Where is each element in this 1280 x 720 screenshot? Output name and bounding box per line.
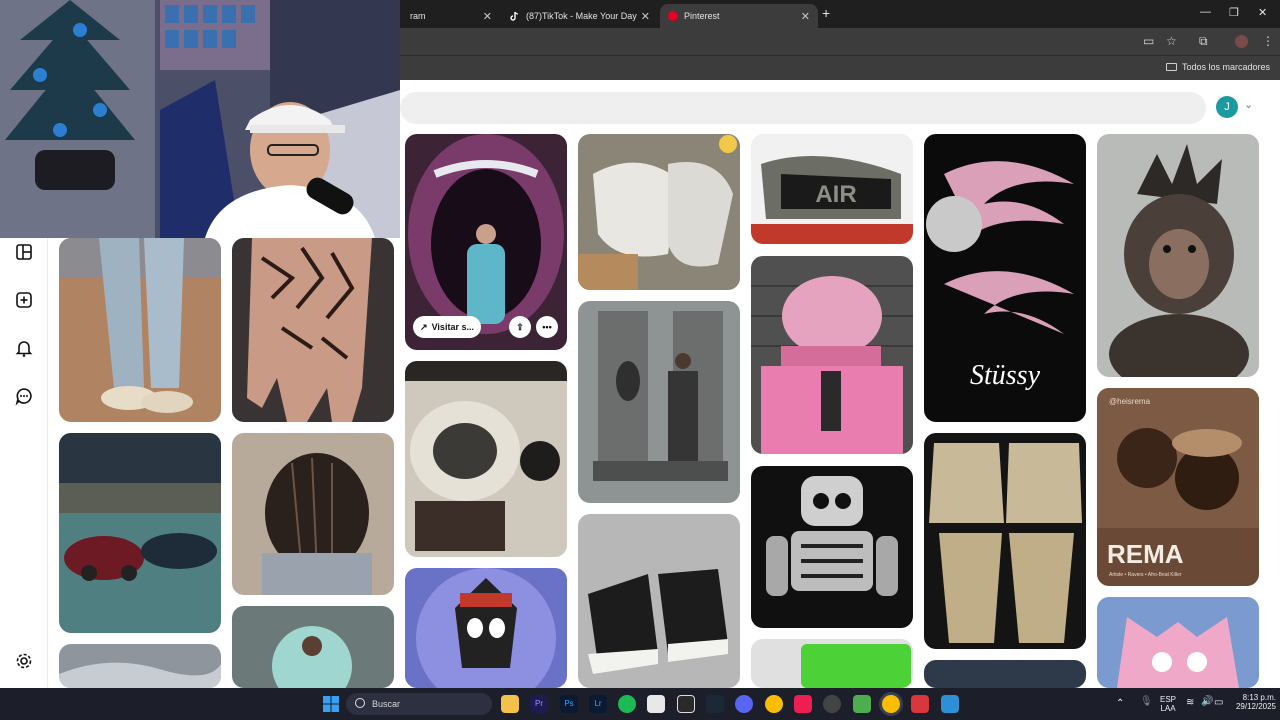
- air-text: AIR: [815, 181, 856, 208]
- pin-air-sneaker[interactable]: AIR: [751, 134, 913, 244]
- cast-icon[interactable]: ▭: [1143, 34, 1154, 48]
- pin-black-sneakers[interactable]: [578, 514, 740, 688]
- battery-icon[interactable]: ▭: [1214, 697, 1223, 708]
- settings-icon[interactable]: [14, 651, 34, 671]
- minimize-icon[interactable]: —: [1200, 6, 1211, 18]
- boards-icon[interactable]: [14, 242, 34, 262]
- app-icon[interactable]: [647, 695, 665, 713]
- chrome-icon[interactable]: [765, 695, 783, 713]
- epic-games-icon[interactable]: [677, 695, 695, 713]
- premiere-icon[interactable]: Pr: [530, 695, 548, 713]
- obs-icon[interactable]: [823, 695, 841, 713]
- share-icon[interactable]: ⇪: [509, 316, 531, 338]
- extensions-icon[interactable]: ⧉: [1199, 34, 1208, 49]
- notifications-icon[interactable]: [14, 338, 34, 358]
- menu-icon[interactable]: ⋮: [1262, 34, 1274, 48]
- pin-stussy-art[interactable]: Stüssy: [924, 134, 1086, 422]
- pin-two-men[interactable]: [578, 301, 740, 503]
- search-icon: [355, 698, 365, 708]
- pin-rema[interactable]: @heisrema REMA Artiste • Ravers • Afro-Bea…: [1097, 388, 1259, 586]
- sidebar: [0, 230, 48, 688]
- profile-icon[interactable]: [1235, 35, 1248, 48]
- pinterest-icon: [668, 11, 678, 21]
- app-red-icon[interactable]: [911, 695, 929, 713]
- pin-cars-at-night[interactable]: [59, 433, 221, 633]
- chevron-down-icon[interactable]: ⌄: [1244, 98, 1253, 111]
- taskbar-search-input[interactable]: Buscar: [346, 693, 492, 715]
- pin-dark[interactable]: [924, 660, 1086, 688]
- webcam-overlay: [0, 0, 400, 238]
- steam-icon[interactable]: [706, 695, 724, 713]
- pin-hand-tattoo[interactable]: [232, 238, 394, 422]
- bookmarks-label: Todos los marcadores: [1181, 62, 1270, 72]
- close-window-icon[interactable]: ✕: [1258, 6, 1267, 19]
- pin-white-shoes[interactable]: [578, 134, 740, 290]
- more-icon[interactable]: •••: [536, 316, 558, 338]
- close-tab-icon[interactable]: ✕: [483, 10, 492, 23]
- star-icon[interactable]: ☆: [1166, 34, 1177, 48]
- file-explorer-icon[interactable]: [501, 695, 519, 713]
- visit-site-button[interactable]: ↗ Visitar s...: [413, 316, 481, 338]
- all-bookmarks-button[interactable]: Todos los marcadores: [1165, 62, 1270, 72]
- pin-chrome-skeleton[interactable]: [751, 466, 913, 628]
- chrome-active-icon[interactable]: [882, 695, 900, 713]
- pin-fur-coat[interactable]: [232, 606, 394, 688]
- rema-brand: REMA: [1107, 539, 1184, 569]
- rema-handle: @heisrema: [1109, 397, 1151, 406]
- pin-sky[interactable]: [59, 644, 221, 688]
- tab-label: (87)TikTok - Make Your Day: [526, 11, 637, 21]
- chevron-up-icon[interactable]: ⌃: [1116, 698, 1124, 709]
- pin-baggy-jeans[interactable]: [59, 238, 221, 422]
- avatar[interactable]: J: [1216, 96, 1238, 118]
- restore-icon[interactable]: ❐: [1229, 6, 1239, 19]
- pin-jacket-pants[interactable]: [924, 433, 1086, 649]
- rema-subtitle: Artiste • Ravers • Afro-Beat Killer: [1109, 572, 1182, 578]
- tab-tiktok[interactable]: (87)TikTok - Make Your Day ✕: [502, 4, 658, 28]
- pin-pink-character[interactable]: [1097, 597, 1259, 688]
- pin-shadow-cartoon[interactable]: [405, 568, 567, 688]
- tab-label: Pinterest: [684, 11, 720, 21]
- tab-label: ram: [410, 11, 426, 21]
- close-tab-icon[interactable]: ✕: [801, 10, 810, 23]
- lightroom-icon[interactable]: Lr: [589, 695, 607, 713]
- language-indicator[interactable]: ESP LAA: [1157, 695, 1179, 713]
- app-blue-icon[interactable]: [941, 695, 959, 713]
- photoshop-icon[interactable]: Ps: [560, 695, 578, 713]
- microphone-icon[interactable]: 🎙: [1140, 696, 1153, 707]
- pin-mouth-art[interactable]: ↗ Visitar s... ⇪ •••: [405, 134, 567, 350]
- pin-braids[interactable]: [232, 433, 394, 595]
- pin-green-lego[interactable]: [751, 639, 913, 688]
- windows-start-icon[interactable]: [322, 695, 340, 713]
- create-icon[interactable]: [14, 290, 34, 310]
- messages-icon[interactable]: [14, 386, 34, 406]
- folder-icon: [1165, 63, 1177, 71]
- arrow-icon: ↗: [420, 321, 428, 332]
- search-input[interactable]: [400, 92, 1206, 124]
- close-tab-icon[interactable]: ✕: [641, 10, 650, 23]
- pin-pink-cap[interactable]: [751, 256, 913, 454]
- tab-pinterest[interactable]: Pinterest ✕: [660, 4, 818, 28]
- tiktok-icon: [510, 11, 520, 21]
- clock[interactable]: 8:13 p.m. 29/12/2025: [1226, 693, 1276, 711]
- windows-taskbar: Buscar Pr Ps Lr ⌃ 🎙 ESP LAA ≋ 🔊 ▭ 8:13 p…: [0, 688, 1280, 720]
- stussy-text: Stüssy: [970, 360, 1041, 391]
- pin-monkey[interactable]: [1097, 134, 1259, 377]
- minecraft-icon[interactable]: [853, 695, 871, 713]
- discord-icon[interactable]: [735, 695, 753, 713]
- spotify-icon[interactable]: [618, 695, 636, 713]
- tiktok-app-icon[interactable]: [794, 695, 812, 713]
- volume-icon[interactable]: 🔊: [1201, 696, 1213, 707]
- pin-futuristic-room[interactable]: [405, 361, 567, 557]
- plus-icon[interactable]: +: [822, 5, 830, 21]
- wifi-icon[interactable]: ≋: [1186, 697, 1194, 708]
